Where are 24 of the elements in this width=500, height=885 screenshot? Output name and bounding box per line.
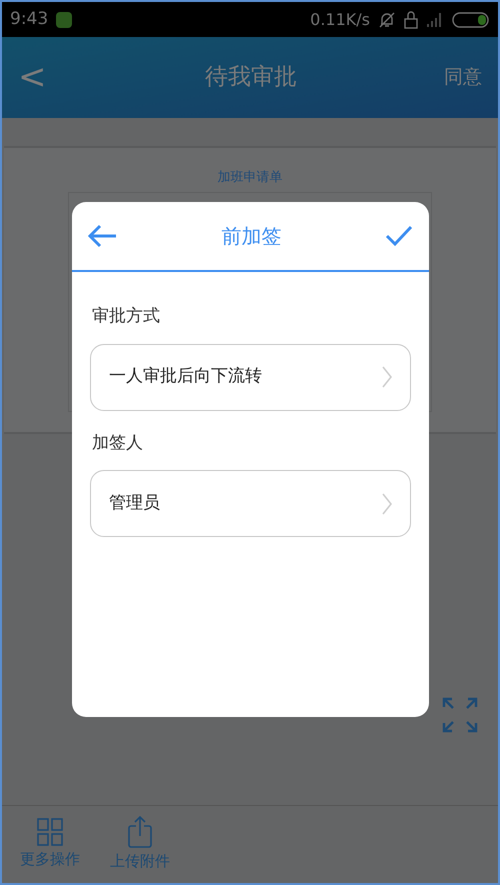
toolbar-button[interactable]: 更多操作 (20, 818, 80, 871)
page-title: 待我审批 (204, 63, 298, 92)
back-arrow-icon[interactable] (88, 224, 118, 248)
select-field[interactable]: 一人审批后向下流转 (90, 344, 411, 410)
dialog-title: 前加签 (220, 223, 282, 250)
select-field[interactable]: 管理员 (90, 470, 411, 537)
upload-icon (128, 816, 152, 848)
form-title: 加班申请单 (218, 169, 282, 187)
lock-icon (404, 10, 418, 28)
chevron-icon (382, 366, 392, 388)
muted-bell-icon (378, 10, 396, 28)
chevron-icon (382, 492, 392, 514)
approve-button[interactable]: 同意 (444, 63, 482, 92)
clock: 9:43 (10, 8, 48, 31)
app-notification-icon (56, 12, 72, 28)
signal-icon (426, 12, 444, 28)
field-label: 加签人 (91, 432, 144, 454)
network-speed: 0.11K/s (310, 8, 370, 30)
field-label: 审批方式 (91, 305, 161, 328)
toolbar-button[interactable]: 上传附件 (110, 816, 170, 873)
battery-icon (452, 12, 490, 28)
back-button[interactable]: < (18, 52, 58, 103)
grid-icon (37, 818, 63, 846)
checkmark-icon[interactable] (385, 225, 413, 247)
